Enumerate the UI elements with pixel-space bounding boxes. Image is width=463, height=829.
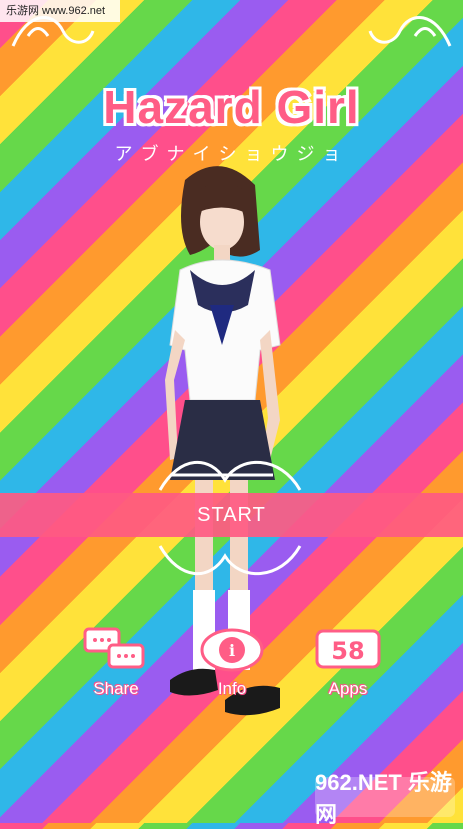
speech-bubbles-icon — [81, 625, 151, 675]
apps-label: Apps — [328, 679, 368, 698]
apps-button[interactable]: 58 Apps — [303, 625, 393, 705]
share-button[interactable]: Share — [71, 625, 161, 705]
info-button[interactable]: i Info — [187, 625, 277, 705]
game-title: Hazard Girl — [103, 81, 360, 133]
58-badge-icon: 58 — [313, 625, 383, 675]
ornament-flourish-icon — [335, 6, 455, 56]
svg-text:i: i — [229, 641, 235, 660]
share-label: Share — [93, 679, 139, 698]
ornament-flourish-icon — [8, 6, 128, 56]
svg-text:58: 58 — [331, 637, 364, 665]
start-button[interactable]: START — [0, 493, 463, 537]
info-icon: i — [197, 625, 267, 675]
ornament-flourish-icon — [150, 536, 310, 586]
info-label: Info — [217, 679, 247, 698]
site-logo: 962.NET 乐游网 — [315, 770, 455, 827]
